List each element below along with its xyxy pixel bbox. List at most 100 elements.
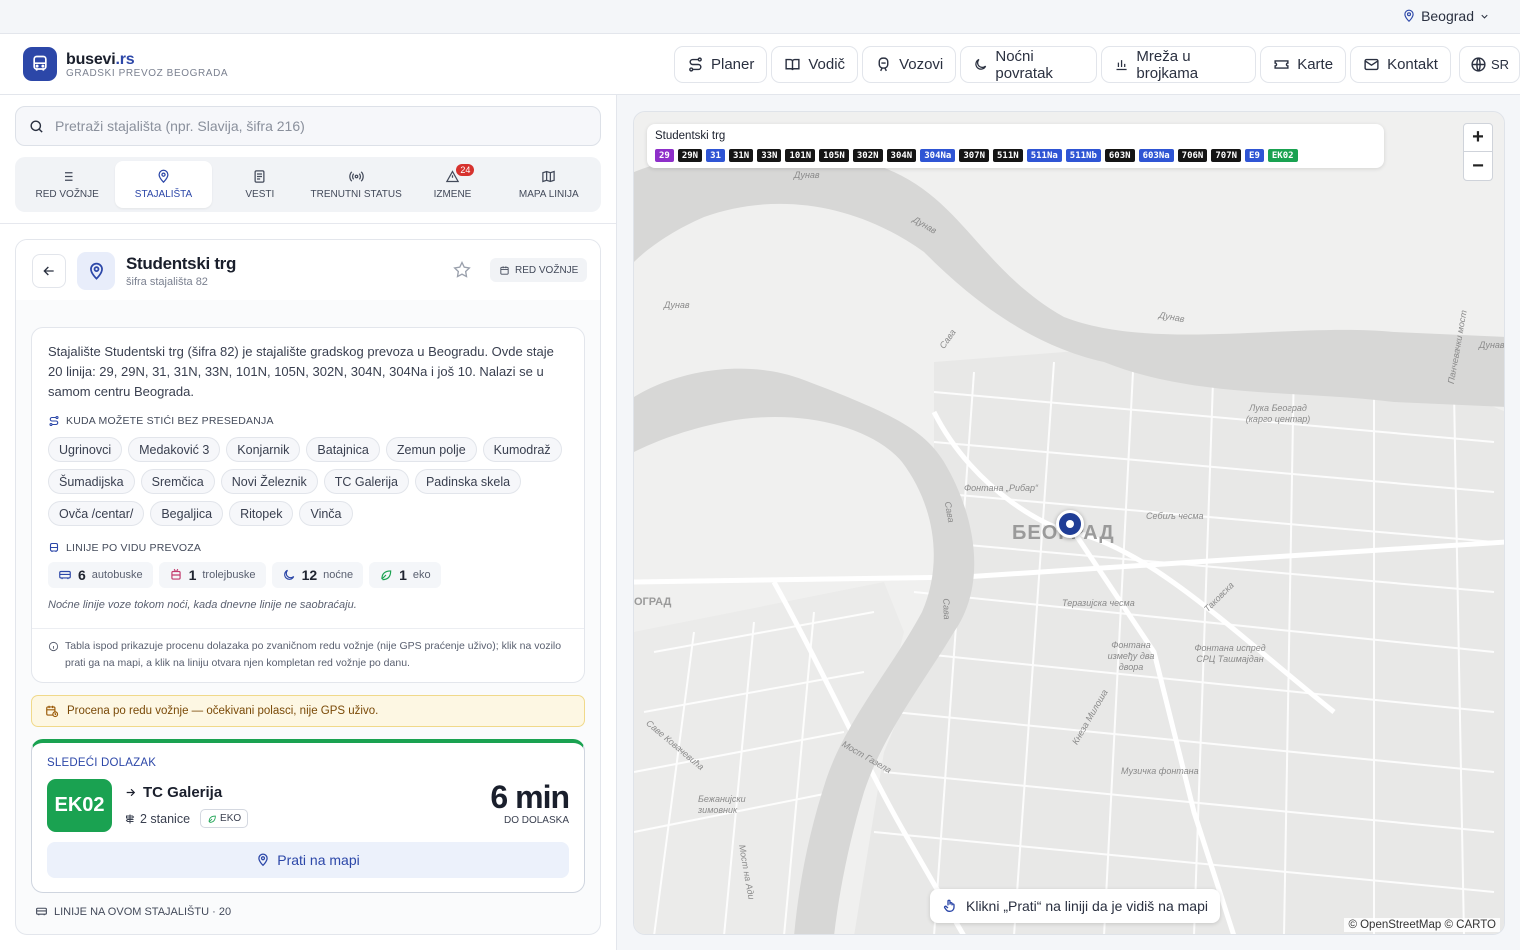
stop-location-marker[interactable] [1056,510,1084,538]
city-selector[interactable]: Beograd [1402,8,1490,24]
destination-chip[interactable]: Zemun polje [385,437,477,462]
destination-chip[interactable]: Vinča [299,501,353,526]
line-badge[interactable]: 33N [757,149,782,162]
tab-vesti[interactable]: VESTI [212,161,308,208]
list-icon [62,172,73,181]
moon-icon [283,569,294,580]
route-badge[interactable]: EK02 [47,779,112,832]
stop-header: Studentski trg šifra stajališta 82 RED V… [16,240,600,300]
logo[interactable] [23,47,57,81]
stop-description: Stajalište Studentski trg (šifra 82) je … [48,344,554,399]
destination-chip[interactable]: Šumadijska [48,469,135,494]
minutes-label: DO DOLASKA [503,815,569,826]
brand-name[interactable]: busevi.rs [66,51,135,69]
app-header: busevi.rs GRADSKI PREVOZ BEOGRADA Planer… [0,34,1520,95]
train-icon [878,57,889,72]
destination-chip[interactable]: TC Galerija [323,469,409,494]
follow-hint: Klikni „Prati“ na liniji da je vidiš na … [930,889,1220,923]
tab-trenutni-status[interactable]: TRENUTNI STATUS [308,161,404,208]
stop-title: Studentski trg [126,254,237,273]
poi-label: Музичка фонтана [1121,766,1199,776]
destination-chip[interactable]: Konjarnik [226,437,301,462]
tab-mapa-linija[interactable]: MAPA LINIJA [501,161,597,208]
zoom-in-button[interactable]: + [1464,124,1492,152]
top-strip: Beograd [0,0,1520,34]
destination-chip[interactable]: Ovča /centar/ [48,501,145,526]
destination-chip[interactable]: Medaković 3 [128,437,221,462]
broadcast-icon [348,171,364,182]
mail-icon [1364,58,1379,71]
poi-label: Фонтана између два двора [1107,640,1155,672]
language-switch[interactable]: SR [1458,46,1520,83]
nav-vodic[interactable]: Vodič [771,46,859,83]
star-icon[interactable] [452,260,472,280]
line-badge[interactable]: 706N [1177,149,1208,162]
destinations-title: KUDA MOŽETE STIĆI BEZ PRESEDANJA [48,415,274,427]
destination-chip[interactable]: Padinska skela [414,469,522,494]
destination-chip[interactable]: Sremčica [140,469,215,494]
line-badge[interactable]: 603N [1104,149,1135,162]
line-badge[interactable]: 302N [852,149,883,162]
back-button[interactable] [32,254,66,288]
map-pin-icon [89,262,103,280]
line-badge[interactable]: 29 [655,149,674,162]
stop-pin-icon-box [77,252,115,290]
line-badge[interactable]: 603Na [1138,149,1174,162]
line-badge[interactable]: 707N [1211,149,1242,162]
main-nav: Planer Vodič Vozovi Noćni povratak Mreža… [674,46,1520,83]
search-input[interactable] [55,118,575,134]
line-badge[interactable]: 304Na [920,149,956,162]
map-icon [542,170,556,183]
line-badge[interactable]: E9 [1245,149,1264,162]
map-line-badges: 29 29N 31 31N 33N 101N 105N 302N 304N 304Na 307N 51… [655,149,1298,162]
tab-red-voznje[interactable]: RED VOŽNJE [19,161,115,208]
line-types-title: LINIJE PO VIDU PREVOZA [48,542,201,554]
map-view[interactable]: БЕОГРАД Дунав Дунав Дунав Дунав Дунав Са… [633,111,1505,935]
nav-karte[interactable]: Karte [1260,46,1347,83]
station-info: 2 stanice EKO [124,809,249,828]
line-badge[interactable]: 511Na [1026,149,1062,162]
line-badge[interactable]: 29N [677,149,703,162]
river-label: Дунав [794,170,820,180]
route-icon [49,415,59,427]
nav-mreza[interactable]: Mreža u brojkama [1101,46,1257,83]
bus-count: 6 autobuske [48,562,153,588]
stop-info: Stajalište Studentski trg (šifra 82) je … [31,327,585,683]
brand-subtitle: GRADSKI PREVOZ BEOGRADA [66,68,229,79]
line-badge[interactable]: 307N [959,149,990,162]
map-attribution[interactable]: © OpenStreetMap © CARTO [1344,918,1500,932]
line-badge[interactable]: 511Nb [1065,149,1101,162]
search-box[interactable] [15,106,601,146]
line-badge[interactable]: 31N [728,149,754,162]
route-icon [689,57,702,72]
destination-chip[interactable]: Batajnica [306,437,380,462]
next-arrival-card[interactable]: SLEDEĆI DOLAZAK EK02 TC Galerija 2 stani… [31,739,585,893]
line-badge[interactable]: 31 [706,149,725,162]
bus-icon [36,907,47,916]
follow-on-map-button[interactable]: Prati na mapi [47,842,569,878]
tab-izmene[interactable]: IZMENE 24 [404,161,500,208]
poi-label: Теразијска чесма [1062,598,1135,608]
newspaper-icon [254,170,265,183]
line-badge[interactable]: 304N [886,149,917,162]
destination-chip[interactable]: Kumodraž [482,437,562,462]
search-icon [30,119,43,133]
zoom-out-button[interactable]: − [1464,152,1492,180]
tab-stajalista[interactable]: STAJALIŠTA [115,161,212,208]
nav-nocni-povratak[interactable]: Noćni povratak [960,46,1098,83]
line-badge[interactable]: 101N [785,149,816,162]
line-badge[interactable]: EK02 [1267,149,1298,162]
nav-kontakt[interactable]: Kontakt [1350,46,1451,83]
destination-chip[interactable]: Novi Železnik [220,469,318,494]
city-label: Beograd [1421,8,1474,24]
nav-planer[interactable]: Planer [674,46,768,83]
line-badge[interactable]: 511N [993,149,1023,162]
river-label: Дунав [1479,340,1505,350]
nav-vozovi[interactable]: Vozovi [862,46,957,83]
line-badge[interactable]: 105N [819,149,849,162]
destination-chip[interactable]: Begaljica [150,501,224,526]
eco-count: 1 eko [369,562,441,588]
timetable-button[interactable]: RED VOŽNJE [490,258,588,282]
destination-chip[interactable]: Ritopek [229,501,294,526]
destination-chip[interactable]: Ugrinovci [48,437,123,462]
